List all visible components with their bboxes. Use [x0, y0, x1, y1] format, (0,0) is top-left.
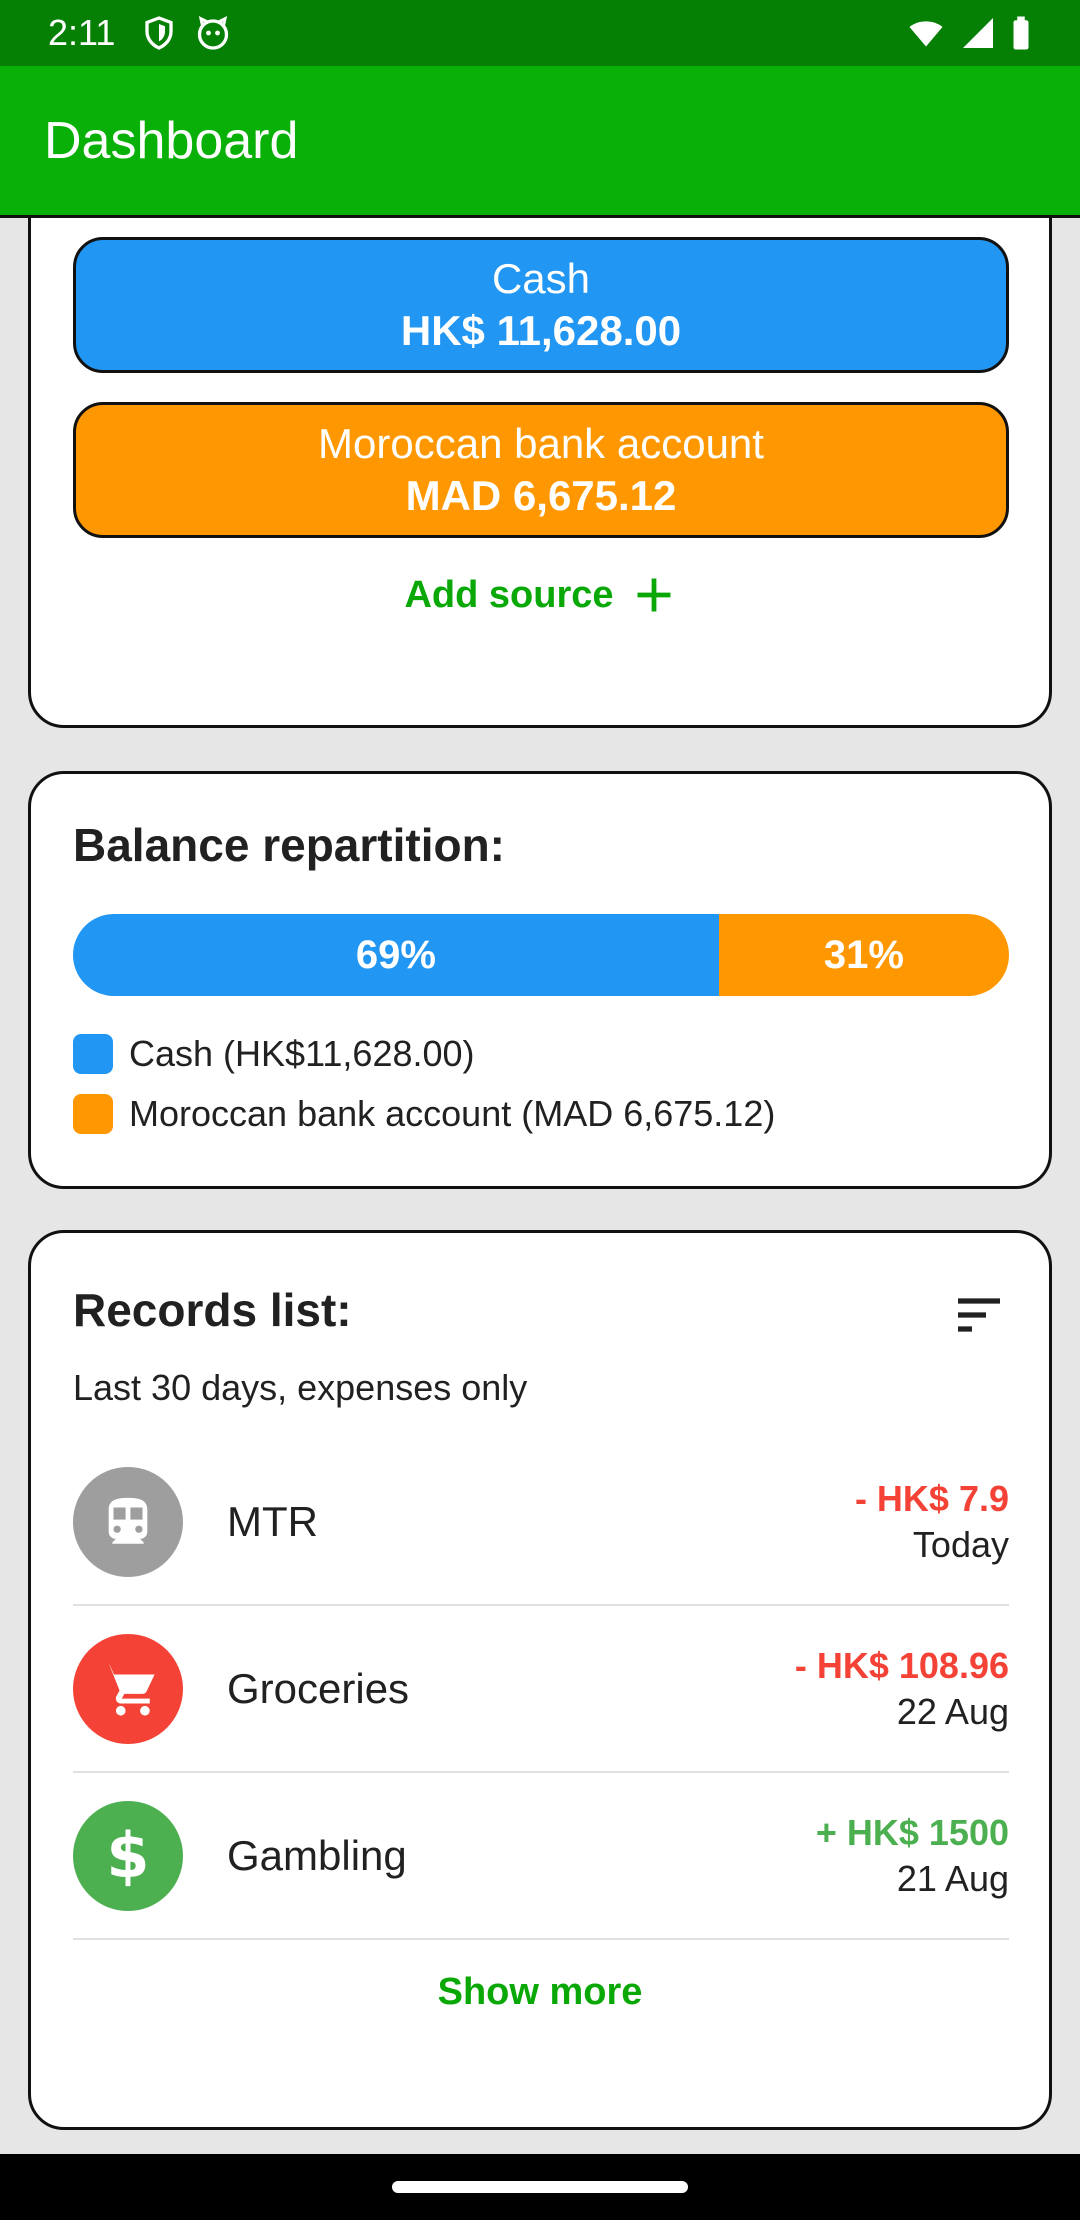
segment-label: 69% — [355, 932, 436, 977]
records-subtitle: Last 30 days, expenses only — [73, 1367, 528, 1408]
record-name: Gambling — [227, 1831, 407, 1879]
navigation-bar — [0, 2154, 1080, 2220]
legend-swatch — [73, 1094, 113, 1134]
dashboard-content[interactable]: Cash HK$ 11,628.00 Moroccan bank account… — [0, 218, 1080, 2154]
status-bar: 2:11 — [0, 0, 1080, 66]
record-meta: - HK$ 108.96 22 Aug — [795, 1643, 1009, 1735]
record-item[interactable]: Groceries - HK$ 108.96 22 Aug — [73, 1606, 1009, 1773]
shield-icon — [145, 16, 174, 50]
train-icon — [73, 1466, 183, 1577]
record-date: 22 Aug — [896, 1690, 1009, 1732]
sources-card: Cash HK$ 11,628.00 Moroccan bank account… — [28, 218, 1052, 728]
wifi-icon — [909, 21, 943, 47]
home-indicator[interactable] — [392, 2181, 688, 2193]
record-date: Today — [912, 1523, 1009, 1565]
legend-swatch — [73, 1034, 113, 1074]
legend-item: Moroccan bank account (MAD 6,675.12) — [73, 1084, 775, 1144]
legend-label: Cash (HK$11,628.00) — [129, 1033, 475, 1074]
record-amount: + HK$ 1500 — [815, 1811, 1009, 1853]
source-cash-button[interactable]: Cash HK$ 11,628.00 — [73, 237, 1009, 373]
page-title: Dashboard — [44, 111, 299, 170]
dollar-icon: $ — [73, 1800, 183, 1911]
record-name: Groceries — [227, 1664, 410, 1712]
balance-legend: Cash (HK$11,628.00) Moroccan bank accoun… — [73, 1024, 775, 1144]
balance-card: Balance repartition: 69% 31% Cash (HK$11… — [28, 771, 1052, 1189]
battery-icon — [1013, 16, 1029, 50]
app-bar: Dashboard — [0, 66, 1080, 218]
source-moroccan-bank-button[interactable]: Moroccan bank account MAD 6,675.12 — [73, 402, 1009, 538]
source-name: Cash — [491, 255, 591, 302]
signal-icon — [963, 18, 993, 48]
records-card: Records list: Last 30 days, expenses onl… — [28, 1230, 1052, 2130]
plus-icon — [637, 578, 671, 612]
record-amount: - HK$ 108.96 — [794, 1644, 1009, 1686]
record-date: 21 Aug — [896, 1857, 1009, 1899]
cat-face-icon — [198, 15, 229, 50]
legend-item: Cash (HK$11,628.00) — [73, 1024, 775, 1084]
balance-segment-moroccan: 31% — [718, 914, 1009, 996]
records-title: Records list: — [73, 1284, 352, 1336]
add-source-button[interactable]: Add source — [31, 573, 1049, 617]
source-amount: MAD 6,675.12 — [405, 472, 677, 519]
record-item[interactable]: $ Gambling + HK$ 1500 21 Aug — [73, 1773, 1009, 1940]
segment-label: 31% — [823, 932, 904, 977]
record-meta: - HK$ 7.9 Today — [855, 1476, 1009, 1568]
cart-icon — [73, 1633, 183, 1744]
record-amount: - HK$ 7.9 — [854, 1477, 1009, 1519]
status-time: 2:11 — [48, 12, 116, 53]
legend-label: Moroccan bank account (MAD 6,675.12) — [129, 1093, 776, 1134]
show-more-button[interactable]: Show more — [31, 1971, 1049, 2014]
record-meta: + HK$ 1500 21 Aug — [816, 1810, 1009, 1902]
balance-bar: 69% 31% — [73, 914, 1009, 996]
source-amount: HK$ 11,628.00 — [400, 307, 682, 354]
add-source-label: Add source — [404, 573, 614, 616]
balance-title: Balance repartition: — [73, 819, 505, 871]
balance-segment-cash: 69% — [73, 914, 719, 996]
source-name: Moroccan bank account — [318, 420, 764, 467]
record-item[interactable]: MTR - HK$ 7.9 Today — [73, 1439, 1009, 1606]
record-name: MTR — [227, 1497, 318, 1545]
sort-icon[interactable] — [951, 1287, 1007, 1343]
